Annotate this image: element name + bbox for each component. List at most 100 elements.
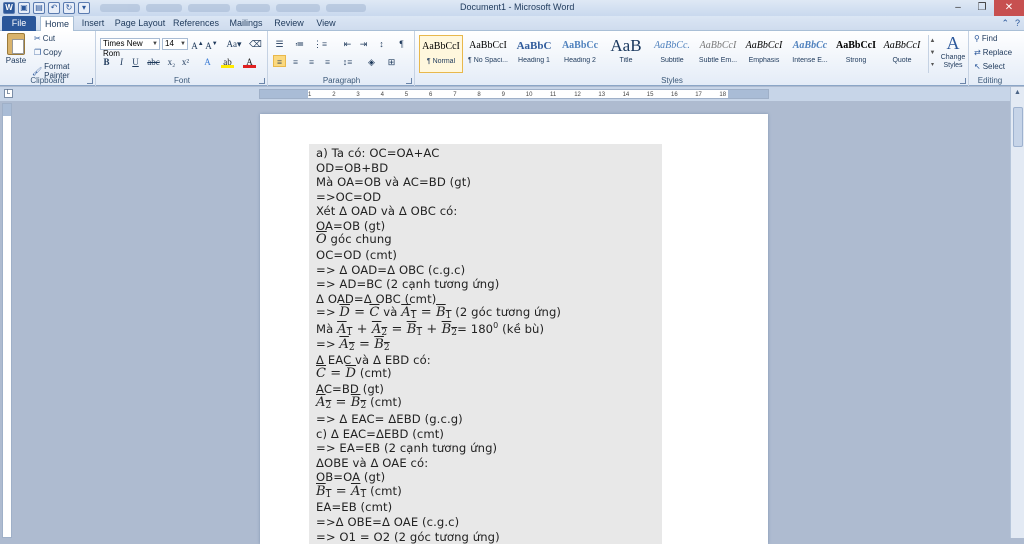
clipboard-launcher-icon[interactable] [87, 78, 93, 84]
numbering-button[interactable]: ≔ [293, 38, 306, 50]
word-app-icon[interactable]: W [3, 2, 15, 14]
style-quote[interactable]: AaBbCcI Quote [880, 35, 924, 73]
pasted-content-block[interactable]: a) Ta có: OC=OA+AC OD=OB+BD Mà OA=OB và … [309, 144, 662, 544]
style-heading-1[interactable]: AaBbC Heading 1 [512, 35, 556, 73]
help-icon[interactable]: ? [1015, 18, 1020, 29]
align-right-button[interactable]: ≡ [305, 56, 318, 68]
underline-button[interactable]: U [129, 56, 142, 68]
style-emphasis[interactable]: AaBbCcI Emphasis [742, 35, 786, 73]
doc-line: => O1 = O2 (2 góc tương ứng) [316, 530, 500, 544]
align-center-button[interactable]: ≡ [289, 56, 302, 68]
style-title[interactable]: AaB Title [604, 35, 648, 73]
style-normal[interactable]: AaBbCcI ¶ Normal [419, 35, 463, 73]
save-icon[interactable]: ▣ [18, 2, 30, 14]
increase-indent-button[interactable]: ⇥ [357, 38, 370, 50]
styles-group: AaBbCcI ¶ Normal AaBbCcI ¶ No Spaci... AaB… [416, 31, 969, 86]
shading-button[interactable]: ◈ [365, 56, 378, 68]
font-name-combo[interactable]: Times New Rom ▼ [100, 38, 160, 58]
vertical-scrollbar[interactable]: ▲ [1010, 87, 1024, 538]
line-spacing-button[interactable]: ↕≡ [341, 56, 354, 68]
maximize-button[interactable]: ❐ [970, 0, 994, 16]
font-size-combo[interactable]: 14 ▼ [162, 38, 188, 50]
justify-button[interactable]: ≡ [321, 56, 334, 68]
customize-qat-icon[interactable]: ▾ [78, 2, 90, 14]
scroll-up-icon[interactable]: ▲ [1011, 87, 1024, 99]
vertical-ruler[interactable] [2, 103, 12, 538]
doc-line: OA=OB (gt) [316, 219, 386, 233]
minimize-button[interactable]: – [946, 0, 970, 16]
doc-line: => A2 = B2 [316, 337, 390, 353]
style-subtitle[interactable]: AaBbCc. Subtitle [650, 35, 694, 73]
text-effects-button[interactable]: A [201, 56, 214, 68]
doc-line: O góc chung [316, 232, 392, 247]
paste-button[interactable]: Paste [4, 33, 28, 65]
taskbar-thumbnails [100, 4, 366, 12]
italic-button[interactable]: I [115, 56, 128, 68]
style-name: Subtle Em... [698, 57, 738, 64]
minimize-ribbon-icon[interactable]: ⌃ [1001, 18, 1009, 29]
font-launcher-icon[interactable] [259, 78, 265, 84]
replace-button[interactable]: ⇄ Replace [974, 48, 1012, 57]
grow-font-button[interactable]: A▲ [191, 38, 204, 51]
tab-review[interactable]: Review [272, 16, 306, 31]
math-angle: A2 [372, 322, 387, 338]
tab-mailings[interactable]: Mailings [226, 16, 266, 31]
shrink-font-button[interactable]: A▼ [205, 38, 218, 51]
bullets-button[interactable]: ☰ [273, 38, 286, 50]
tab-file[interactable]: File [2, 16, 36, 31]
select-button[interactable]: ↖ Select [974, 62, 1005, 71]
scroll-thumb[interactable] [1013, 107, 1023, 147]
multilevel-list-button[interactable]: ⋮≡ [313, 38, 327, 50]
ruler-tick-label: 5 [404, 92, 409, 98]
styles-launcher-icon[interactable] [960, 78, 966, 84]
font-color-button[interactable]: A [243, 56, 256, 68]
styles-group-label: Styles [661, 76, 683, 85]
doc-line: => D = C và A1 = B1 (2 góc tương ứng) [316, 305, 562, 321]
decrease-indent-button[interactable]: ⇤ [341, 38, 354, 50]
strikethrough-button[interactable]: abc [147, 56, 160, 68]
style-no-spacing[interactable]: AaBbCcI ¶ No Spaci... [466, 35, 510, 73]
highlight-button[interactable]: ab [221, 56, 234, 68]
change-styles-button[interactable]: A Change Styles [938, 33, 968, 70]
document-page[interactable]: a) Ta có: OC=OA+AC OD=OB+BD Mà OA=OB và … [260, 114, 768, 544]
doc-line: Δ OAD=Δ OBC (cmt) [316, 292, 437, 306]
tab-page-layout[interactable]: Page Layout [114, 16, 166, 31]
tab-insert[interactable]: Insert [78, 16, 108, 31]
tab-selector-icon[interactable]: L [4, 89, 13, 98]
style-sample: AaBbCcI [422, 41, 460, 52]
style-name: Strong [845, 57, 867, 64]
sort-button[interactable]: ↕ [375, 38, 388, 50]
style-strong[interactable]: AaBbCcI Strong [834, 35, 878, 73]
styles-gallery-scroll[interactable]: ▲ ▼ ▾ [928, 35, 936, 73]
copy-button[interactable]: ❐ Copy [34, 48, 62, 57]
style-subtle-emphasis[interactable]: AaBbCcI Subtle Em... [696, 35, 740, 73]
style-intense-emphasis[interactable]: AaBbCc Intense E... [788, 35, 832, 73]
redo-icon[interactable]: ↻ [63, 2, 75, 14]
undo-icon[interactable]: ↶ [48, 2, 60, 14]
cut-button[interactable]: ✂ Cut [34, 34, 55, 43]
save-as-icon[interactable]: ▤ [33, 2, 45, 14]
ribbon-tabs: File Home Insert Page Layout References … [0, 16, 1024, 32]
clear-formatting-icon[interactable]: ⌫ [249, 38, 262, 50]
find-button[interactable]: ⚲ Find [974, 34, 997, 43]
top-margin [3, 104, 11, 116]
superscript-button[interactable]: x² [179, 56, 192, 68]
style-heading-2[interactable]: AaBbCc Heading 2 [558, 35, 602, 73]
horizontal-ruler[interactable]: 1 2 3 4 5 6 7 8 9 10 11 12 13 14 15 16 17 18 [259, 89, 769, 99]
align-left-button[interactable]: ≡ [273, 55, 286, 67]
bold-button[interactable]: B [100, 56, 113, 68]
tab-references[interactable]: References [172, 16, 220, 31]
change-case-button[interactable]: Aa▾ [225, 38, 243, 50]
subscript-button[interactable]: x₂ [165, 56, 178, 68]
ruler-tick-label: 15 [646, 92, 654, 98]
math-angle: B1 [436, 305, 451, 321]
ruler-tick-label: 8 [477, 92, 481, 98]
math-op: = [326, 366, 346, 381]
close-button[interactable]: ✕ [994, 0, 1024, 16]
doc-line: Δ EAC và Δ EBD có: [316, 353, 431, 367]
paragraph-launcher-icon[interactable] [406, 78, 412, 84]
show-formatting-button[interactable]: ¶ [395, 38, 408, 50]
borders-button[interactable]: ⊞ [385, 56, 398, 68]
tab-home[interactable]: Home [40, 16, 74, 32]
tab-view[interactable]: View [312, 16, 340, 31]
